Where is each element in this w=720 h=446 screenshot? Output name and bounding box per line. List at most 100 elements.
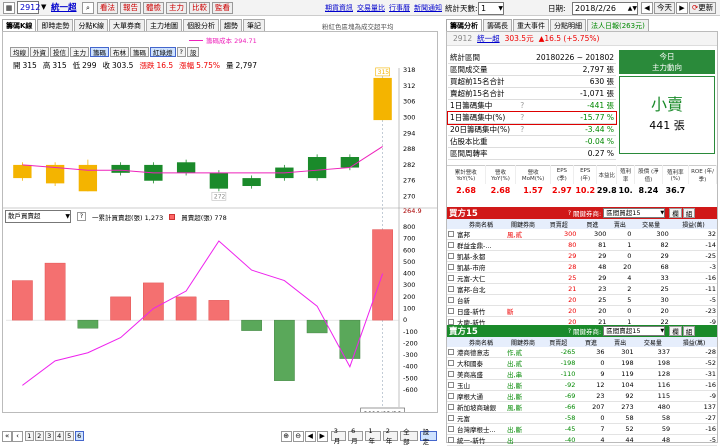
right-tab[interactable]: 重大事件	[513, 19, 549, 31]
broker-row[interactable]: 元富 -58 0 58 58 -27	[447, 412, 717, 424]
row-checkbox[interactable]	[447, 390, 456, 402]
broker-row[interactable]: 港商德意志 作,貳 -265 36 301 337 -28	[447, 347, 717, 358]
panel2-select[interactable]: 散戶買賣超 ▼	[5, 210, 71, 223]
row-checkbox[interactable]	[447, 379, 456, 391]
date-input[interactable]: 2018/2/26 ▲▼	[572, 2, 638, 15]
zoom-in-icon[interactable]: ⊕	[280, 430, 292, 442]
row-checkbox[interactable]	[447, 229, 456, 240]
scroll-left-icon[interactable]: ◀	[304, 430, 316, 442]
col-header[interactable]: 買賣超	[540, 219, 577, 229]
refresh-button[interactable]: ⟳ 更新	[689, 2, 717, 14]
left-tab[interactable]: 主力地圖	[146, 19, 183, 31]
page-number[interactable]: 4	[54, 431, 64, 441]
prev-icon[interactable]: ‹	[12, 430, 23, 442]
period-select[interactable]: 1 ▼	[478, 2, 504, 15]
buy-filter-select[interactable]: 區間買超15 ▼	[603, 208, 666, 218]
col-header[interactable]: 交易量	[635, 337, 671, 347]
range-button[interactable]: 6月	[348, 427, 364, 445]
broker-row[interactable]: 凱基-永都 29 29 0 29 -25	[447, 250, 717, 262]
stock-code-input[interactable]: 2912	[17, 1, 40, 14]
tool-button[interactable]: 主力	[166, 2, 187, 14]
prev-day-icon[interactable]: ◀	[641, 2, 653, 14]
broker-row[interactable]: 群益金鼎-... 80 81 1 82 -14	[447, 239, 717, 251]
tool-button[interactable]: 比較	[189, 2, 210, 14]
help-icon[interactable]: ?	[518, 99, 527, 112]
page-number[interactable]: 2	[34, 431, 44, 441]
first-page-icon[interactable]: «	[2, 430, 13, 442]
row-checkbox[interactable]	[447, 294, 456, 306]
help-icon[interactable]	[518, 135, 527, 148]
right-tab[interactable]: 法人日報(263元)	[587, 19, 649, 31]
help-icon[interactable]	[518, 87, 527, 100]
left-tab[interactable]: 籌碼K線	[2, 19, 37, 31]
tool-button[interactable]: 體檢	[143, 2, 164, 14]
col-header[interactable]: 賣出	[607, 219, 632, 229]
top-link[interactable]: 新聞通知	[414, 3, 442, 13]
row-checkbox[interactable]	[447, 412, 456, 424]
col-header[interactable]: 買進	[576, 337, 605, 347]
stock-name-link[interactable]: 統一超	[51, 1, 77, 13]
col-header[interactable]: 關鍵券商	[506, 337, 540, 347]
row-checkbox[interactable]	[447, 357, 456, 369]
range-button[interactable]: 1年	[365, 427, 381, 445]
top-link[interactable]: 期貨資訊	[325, 3, 353, 13]
range-button[interactable]: 設定	[419, 428, 438, 446]
left-tab[interactable]: 即時走勢	[37, 19, 74, 31]
help-icon[interactable]	[518, 75, 527, 88]
help-icon[interactable]	[518, 52, 527, 64]
left-tab[interactable]: 大單券商	[109, 19, 146, 31]
left-tab[interactable]: 個股分析	[183, 19, 220, 31]
grid-icon[interactable]: ▦	[3, 2, 15, 14]
row-checkbox[interactable]	[447, 250, 456, 262]
col-header[interactable]: 關鍵券商	[506, 219, 540, 229]
left-tab[interactable]: 趨勢	[220, 19, 243, 31]
row-checkbox[interactable]	[447, 239, 456, 251]
sell-group-button[interactable]: 組	[682, 326, 696, 336]
quote-name[interactable]: 統一超	[477, 33, 500, 44]
next-day-icon[interactable]: ▶	[676, 2, 688, 14]
zoom-out-icon[interactable]: ⊖	[292, 430, 304, 442]
page-number[interactable]: 6	[74, 431, 84, 441]
broker-row[interactable]: 元富-大仁 25 29 4 33 -16	[447, 272, 717, 284]
col-header[interactable]: 賣出	[606, 337, 635, 347]
help-icon[interactable]: ?	[568, 210, 571, 217]
broker-row[interactable]: 台灣摩根士... 出,斷 -45 7 52 59 -16	[447, 423, 717, 435]
row-checkbox[interactable]	[447, 261, 456, 273]
help-icon[interactable]	[518, 63, 527, 76]
broker-row[interactable]: 富邦 風,貳 300 300 0 300 32	[447, 229, 717, 240]
help-icon[interactable]: ?	[77, 212, 86, 221]
search-icon[interactable]: ⌕	[82, 2, 94, 14]
page-number[interactable]: 5	[64, 431, 74, 441]
tool-button[interactable]: 報告	[120, 2, 141, 14]
top-link[interactable]: 交易量比	[357, 3, 385, 13]
col-header[interactable]: 買賣超	[540, 337, 576, 347]
broker-row[interactable]: 玉山 出,斷 -92 12 104 116 -16	[447, 379, 717, 391]
scroll-right-icon[interactable]: ▶	[316, 430, 328, 442]
row-checkbox[interactable]	[447, 305, 456, 317]
col-header[interactable]: 交易量	[632, 219, 669, 229]
broker-row[interactable]: 台新 20 25 5 30 -5	[447, 294, 717, 306]
tool-button[interactable]: 看法	[97, 2, 118, 14]
right-tab[interactable]: 分點明細	[550, 19, 586, 31]
broker-row[interactable]: 富邦-台北 21 23 2 25 -11	[447, 283, 717, 295]
top-link[interactable]: 行事曆	[389, 3, 410, 13]
col-header[interactable]: 損益(萬)	[671, 337, 717, 347]
sell-filter-select[interactable]: 區間賣超15 ▼	[603, 326, 666, 336]
buy-column-button[interactable]: 欄	[669, 208, 682, 218]
col-header[interactable]: 損益(萬)	[670, 219, 717, 229]
broker-row[interactable]: 大和國泰 出,貳 -198 0 198 198 -52	[447, 357, 717, 369]
col-header[interactable]: 券商名稱	[456, 219, 506, 229]
help-icon[interactable]: ?	[568, 328, 571, 335]
right-tab[interactable]: 籌碼長	[483, 19, 512, 31]
help-icon[interactable]: ?	[518, 111, 527, 124]
dropdown-icon[interactable]: ▼	[41, 3, 46, 11]
row-checkbox[interactable]	[447, 368, 456, 380]
range-button[interactable]: 3月	[330, 427, 347, 445]
row-checkbox[interactable]	[447, 423, 456, 435]
range-button[interactable]: 2年	[382, 427, 399, 445]
broker-row[interactable]: 凱基-市府 28 48 20 68 -3	[447, 261, 717, 273]
page-number[interactable]: 1	[24, 431, 34, 441]
today-button[interactable]: 今天	[654, 2, 675, 14]
broker-row[interactable]: 摩根大通 出,斷 -69 23 92 115 -9	[447, 390, 717, 402]
col-header[interactable]: 買進	[577, 219, 607, 229]
